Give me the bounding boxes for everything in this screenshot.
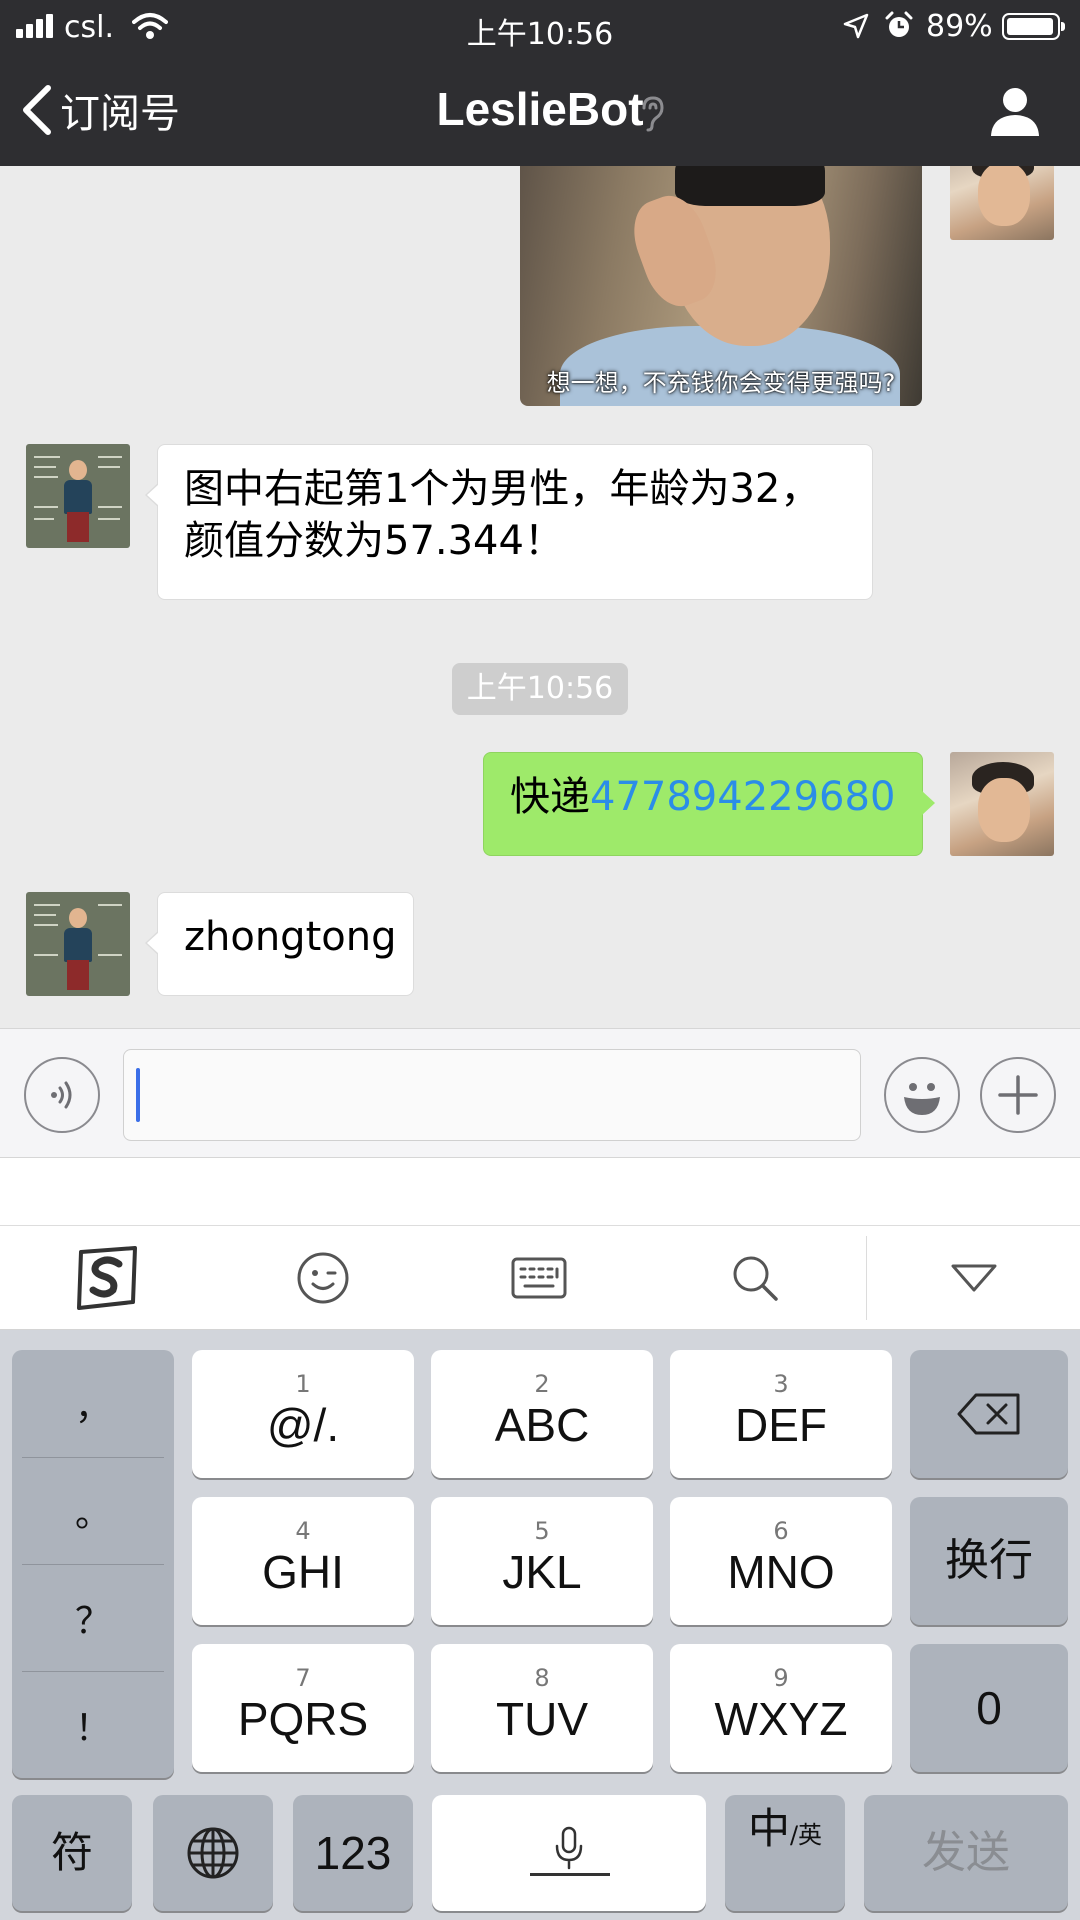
key-label: MNO [727, 1546, 835, 1598]
collapse-icon [951, 1264, 997, 1292]
emoji-icon [297, 1252, 349, 1304]
voice-input-button[interactable] [24, 1057, 100, 1133]
user-avatar[interactable] [950, 166, 1054, 240]
backspace-key[interactable] [910, 1350, 1068, 1478]
key-label: ABC [494, 1399, 590, 1451]
voice-icon [51, 1081, 72, 1109]
text-cursor [136, 1068, 140, 1122]
key-9[interactable]: 9 WXYZ [670, 1644, 892, 1772]
key-label: 发送 [922, 1828, 1010, 1877]
key-label: 符 [50, 1829, 93, 1876]
key-label: PQRS [237, 1693, 369, 1745]
key-3[interactable]: 3 DEF [670, 1350, 892, 1478]
battery-icon [1002, 13, 1065, 40]
key-label: TUV [496, 1693, 588, 1745]
microphone-icon [555, 1826, 583, 1870]
message-timestamp: 上午10:56 [452, 663, 628, 715]
hide-keyboard-button[interactable] [929, 1240, 1019, 1316]
key-4[interactable]: 4 GHI [192, 1497, 414, 1625]
globe-key[interactable] [153, 1795, 273, 1911]
key-6[interactable]: 6 MNO [670, 1497, 892, 1625]
space-bar-line [530, 1873, 610, 1876]
key-number: 6 [773, 1517, 789, 1545]
key-number: 4 [295, 1517, 311, 1545]
key-label-chinese: 中 [747, 1804, 790, 1853]
earpiece-mode-icon [642, 96, 664, 132]
key-label: WXYZ [714, 1693, 848, 1745]
key-number: 7 [295, 1664, 311, 1692]
location-arrow-icon [843, 13, 869, 39]
newline-key[interactable]: 换行 [910, 1497, 1068, 1625]
send-key[interactable]: 发送 [864, 1795, 1068, 1911]
status-bar: csl. 上午10:56 89% [0, 0, 1080, 54]
key-period[interactable]: 。 [12, 1457, 174, 1564]
nav-bar: 订阅号 LeslieBot [0, 54, 1080, 166]
backspace-icon [957, 1393, 1020, 1435]
user-message-bubble[interactable]: 快递477894229680 [483, 752, 935, 856]
input-bar [0, 1028, 1080, 1158]
globe-icon [187, 1827, 239, 1879]
search-icon [733, 1256, 778, 1301]
ime-candidate-area [0, 1158, 1080, 1226]
key-label: GHI [262, 1546, 344, 1598]
plus-icon [998, 1075, 1038, 1115]
key-number: 5 [534, 1517, 550, 1545]
key-exclamation[interactable]: ！ [12, 1671, 174, 1778]
battery-percentage: 89% [926, 9, 993, 44]
key-number: 1 [295, 1370, 311, 1398]
key-label-english: /英 [789, 1821, 823, 1849]
key-label: 换行 [945, 1536, 1033, 1585]
chat-title: LeslieBot [436, 83, 644, 135]
key-label: JKL [502, 1546, 582, 1598]
image-message[interactable]: 想一想，不充钱你会变得更强吗? [520, 166, 922, 406]
keyboard-switch-button[interactable] [494, 1240, 584, 1316]
language-switch-key[interactable]: 中/英 [725, 1795, 845, 1911]
sogou-logo-button[interactable] [62, 1240, 152, 1316]
bot-avatar[interactable] [26, 444, 130, 548]
key-5[interactable]: 5 JKL [431, 1497, 653, 1625]
emoji-panel-button[interactable] [278, 1240, 368, 1316]
chat-area[interactable]: 想一想，不充钱你会变得更强吗? 图中右起第1个为男性，年龄为32， 颜值分数为5… [0, 166, 1080, 1028]
ime-toolbar [0, 1226, 1080, 1330]
smiley-icon [904, 1083, 940, 1115]
key-label: DEF [735, 1399, 827, 1451]
numeric-key[interactable]: 123 [293, 1795, 413, 1911]
bot-message-bubble[interactable]: zhongtong [145, 892, 414, 996]
search-button[interactable] [710, 1240, 800, 1316]
sogou-logo-icon [77, 1246, 137, 1310]
key-7[interactable]: 7 PQRS [192, 1644, 414, 1772]
key-number: 3 [773, 1370, 789, 1398]
status-time: 上午10:56 [466, 17, 614, 52]
space-key[interactable] [432, 1795, 706, 1911]
key-label: @/. [266, 1399, 340, 1451]
symbols-key[interactable]: 符 [12, 1795, 132, 1911]
key-1[interactable]: 1 @/. [192, 1350, 414, 1478]
toolbar-divider [866, 1236, 867, 1320]
profile-icon[interactable] [988, 84, 1042, 138]
key-question[interactable]: ？ [12, 1564, 174, 1671]
punctuation-column: ， 。 ？ ！ [12, 1350, 174, 1778]
key-comma[interactable]: ， [12, 1350, 174, 1457]
key-number: 2 [534, 1370, 550, 1398]
more-actions-button[interactable] [980, 1057, 1056, 1133]
key-number: 8 [534, 1664, 550, 1692]
key-0[interactable]: 0 [910, 1644, 1068, 1772]
image-caption: 想一想，不充钱你会变得更强吗? [546, 369, 896, 397]
alarm-clock-icon [885, 11, 913, 37]
key-label: 0 [976, 1682, 1002, 1734]
key-8[interactable]: 8 TUV [431, 1644, 653, 1772]
message-text: 快递 [510, 774, 590, 820]
message-input[interactable] [123, 1049, 861, 1141]
user-avatar[interactable] [950, 752, 1054, 856]
key-number: 9 [773, 1664, 789, 1692]
keyboard-icon [511, 1257, 567, 1299]
emoji-button[interactable] [884, 1057, 960, 1133]
bot-avatar[interactable] [26, 892, 130, 996]
key-label: 123 [314, 1827, 392, 1879]
key-2[interactable]: 2 ABC [431, 1350, 653, 1478]
keyboard: ， 。 ？ ！ 1 @/. 2 ABC 3 DEF 4 GHI 5 JKL 6 … [0, 1330, 1080, 1920]
bot-message-bubble[interactable]: 图中右起第1个为男性，年龄为32， 颜值分数为57.344！ [145, 444, 873, 600]
tracking-number-link[interactable]: 477894229680 [590, 774, 895, 820]
top-bar: csl. 上午10:56 89% 订阅号 LeslieBot [0, 0, 1080, 166]
